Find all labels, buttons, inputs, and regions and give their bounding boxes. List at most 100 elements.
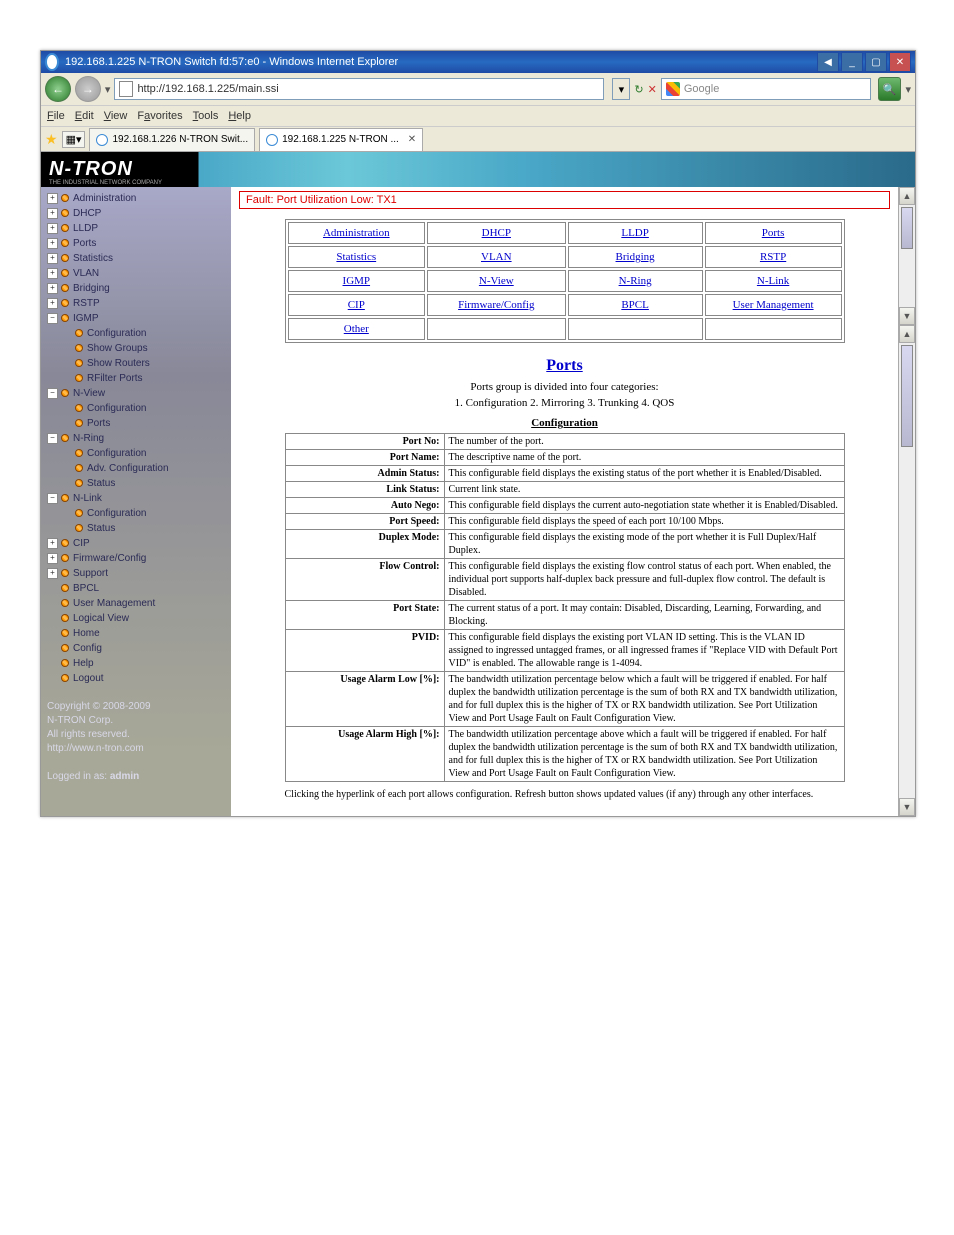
search-go-button[interactable]: 🔍	[878, 77, 902, 101]
nav-rstp[interactable]: RSTP	[73, 298, 100, 309]
nav-igmp-rfilter[interactable]: RFilter Ports	[87, 373, 143, 384]
url-input[interactable]: http://192.168.1.225/main.ssi	[114, 78, 604, 100]
nav-ports[interactable]: Ports	[73, 238, 96, 249]
grid-usermgmt[interactable]: User Management	[733, 299, 814, 311]
expander-icon[interactable]: −	[47, 493, 58, 504]
nav-config[interactable]: Config	[73, 643, 102, 654]
scroll-up-icon[interactable]: ▲	[899, 187, 915, 205]
grid-bridging[interactable]: Bridging	[616, 251, 655, 263]
menu-view[interactable]: View	[104, 110, 128, 122]
menu-file[interactable]: File	[47, 110, 65, 122]
refresh-icon[interactable]: ↻	[634, 83, 643, 96]
favorites-icon[interactable]: ★	[45, 131, 58, 148]
grid-ports[interactable]: Ports	[762, 227, 785, 239]
close-button[interactable]: ✕	[889, 52, 911, 72]
expander-icon[interactable]: +	[47, 538, 58, 549]
grid-bpcl[interactable]: BPCL	[621, 299, 649, 311]
expander-icon[interactable]: +	[47, 223, 58, 234]
nav-bridging[interactable]: Bridging	[73, 283, 110, 294]
grid-lldp[interactable]: LLDP	[621, 227, 649, 239]
expander-icon[interactable]: −	[47, 433, 58, 444]
expander-icon[interactable]: +	[47, 268, 58, 279]
scroll-up-icon[interactable]: ▲	[899, 325, 915, 343]
nav-nring-adv-configuration[interactable]: Adv. Configuration	[87, 463, 169, 474]
nav-statistics[interactable]: Statistics	[73, 253, 113, 264]
dropdown-icon[interactable]: ▾	[612, 78, 630, 100]
nav-nlink-configuration[interactable]: Configuration	[87, 508, 146, 519]
nav-igmp-show-routers[interactable]: Show Routers	[87, 358, 150, 369]
expander-icon[interactable]: +	[47, 298, 58, 309]
grid-rstp[interactable]: RSTP	[760, 251, 786, 263]
nav-nring[interactable]: N-Ring	[73, 433, 104, 444]
expander-icon[interactable]: +	[47, 253, 58, 264]
nav-igmp[interactable]: IGMP	[73, 313, 99, 324]
nav-administration[interactable]: Administration	[73, 193, 136, 204]
expander-icon[interactable]: +	[47, 193, 58, 204]
expander-icon[interactable]: +	[47, 553, 58, 564]
nav-lldp[interactable]: LLDP	[73, 223, 98, 234]
nav-nview[interactable]: N-View	[73, 388, 105, 399]
grid-nlink[interactable]: N-Link	[757, 275, 789, 287]
menu-favorites[interactable]: Favorites	[137, 110, 182, 122]
minimize-button[interactable]: _	[841, 52, 863, 72]
grid-igmp[interactable]: IGMP	[343, 275, 371, 287]
scroll-down-icon[interactable]: ▼	[899, 307, 915, 325]
close-tab-icon[interactable]: ✕	[408, 134, 416, 145]
nav-help[interactable]: Help	[73, 658, 94, 669]
menu-edit[interactable]: Edit	[75, 110, 94, 122]
restore-button[interactable]: ▢	[865, 52, 887, 72]
bullet-icon	[61, 209, 69, 217]
nav-nring-status[interactable]: Status	[87, 478, 115, 489]
expander-icon[interactable]: +	[47, 238, 58, 249]
nav-vlan[interactable]: VLAN	[73, 268, 99, 279]
menu-help[interactable]: Help	[228, 110, 251, 122]
speaker-icon[interactable]: ◀	[817, 52, 839, 72]
nav-nlink-status[interactable]: Status	[87, 523, 115, 534]
grid-administration[interactable]: Administration	[323, 227, 390, 239]
grid-firmware[interactable]: Firmware/Config	[458, 299, 534, 311]
def-key: Port State:	[285, 601, 444, 630]
nav-sidebar: + Administration + DHCP + LLDP + Ports + Stat…	[41, 187, 231, 816]
grid-vlan[interactable]: VLAN	[481, 251, 512, 263]
nav-igmp-configuration[interactable]: Configuration	[87, 328, 146, 339]
expander-icon[interactable]: +	[47, 568, 58, 579]
nav-dhcp[interactable]: DHCP	[73, 208, 101, 219]
nav-nview-ports[interactable]: Ports	[87, 418, 110, 429]
nav-firmware[interactable]: Firmware/Config	[73, 553, 146, 564]
nav-nlink[interactable]: N-Link	[73, 493, 102, 504]
nav-bpcl[interactable]: BPCL	[73, 583, 99, 594]
nav-home[interactable]: Home	[73, 628, 100, 639]
nav-back-button[interactable]: ←	[45, 76, 71, 102]
grid-nring[interactable]: N-Ring	[619, 275, 652, 287]
nav-cip[interactable]: CIP	[73, 538, 90, 549]
grid-other[interactable]: Other	[344, 323, 369, 335]
nav-igmp-show-groups[interactable]: Show Groups	[87, 343, 148, 354]
nav-nring-configuration[interactable]: Configuration	[87, 448, 146, 459]
stop-icon[interactable]: ✕	[648, 83, 657, 96]
def-key: Usage Alarm Low [%]:	[285, 672, 444, 727]
expander-icon[interactable]: −	[47, 388, 58, 399]
grid-dhcp[interactable]: DHCP	[482, 227, 511, 239]
search-input[interactable]: Google	[661, 78, 871, 100]
expander-icon[interactable]: +	[47, 208, 58, 219]
nav-user-management[interactable]: User Management	[73, 598, 155, 609]
grid-statistics[interactable]: Statistics	[336, 251, 376, 263]
quicktabs-icon[interactable]: ▦▾	[62, 131, 86, 148]
grid-cip[interactable]: CIP	[348, 299, 365, 311]
expander-icon[interactable]: +	[47, 283, 58, 294]
tab-switch-225[interactable]: 192.168.1.225 N-TRON ... ✕	[259, 128, 423, 151]
menu-tools[interactable]: Tools	[193, 110, 219, 122]
expander-icon[interactable]: −	[47, 313, 58, 324]
corp-url-link[interactable]: http://www.n-tron.com	[47, 743, 144, 754]
nav-nview-configuration[interactable]: Configuration	[87, 403, 146, 414]
vertical-scrollbar[interactable]: ▲ ▼ ▲ ▼	[898, 187, 915, 816]
tab-switch-226[interactable]: 192.168.1.226 N-TRON Swit...	[89, 128, 255, 151]
dropdown-icon[interactable]: ▾	[105, 83, 111, 96]
grid-nview[interactable]: N-View	[479, 275, 514, 287]
nav-logical-view[interactable]: Logical View	[73, 613, 129, 624]
nav-support[interactable]: Support	[73, 568, 108, 579]
dropdown-icon[interactable]: ▾	[905, 83, 911, 96]
nav-forward-button[interactable]: →	[75, 76, 101, 102]
nav-logout[interactable]: Logout	[73, 673, 104, 684]
scroll-down-icon[interactable]: ▼	[899, 798, 915, 816]
